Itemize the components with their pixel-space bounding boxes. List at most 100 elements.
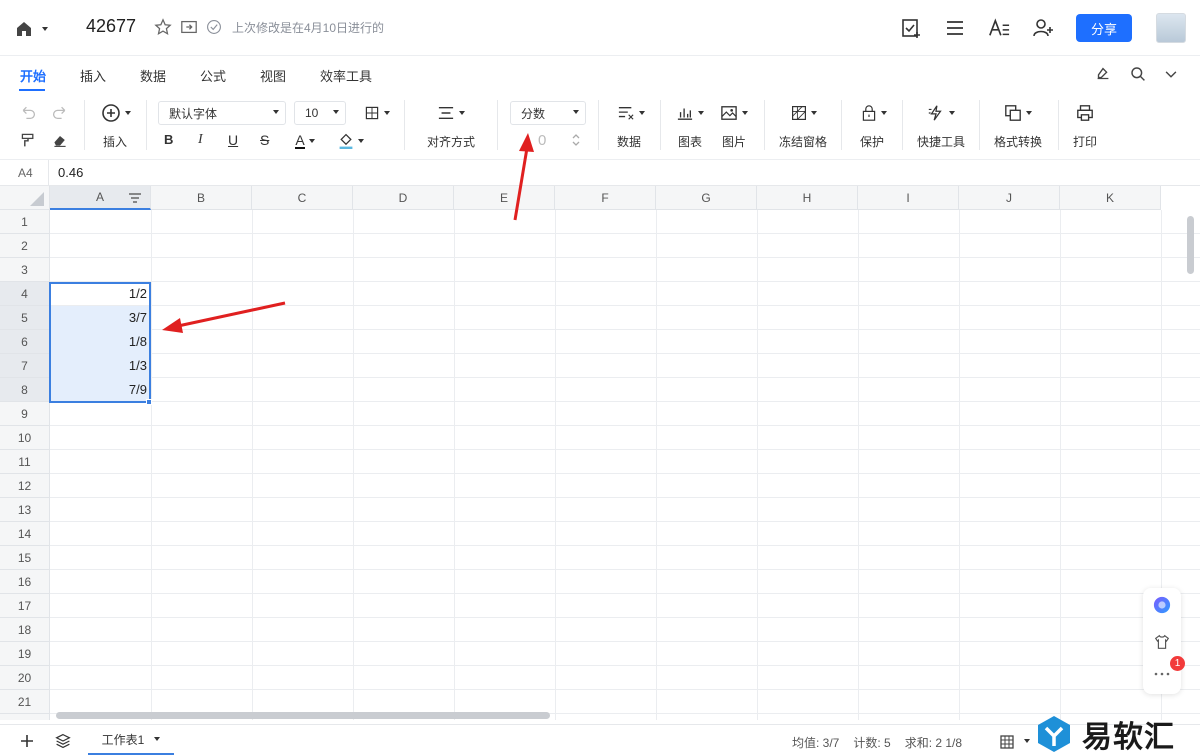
cell-a4[interactable]: 1/2 [50, 282, 151, 306]
fill-handle[interactable] [146, 399, 152, 405]
font-family-select[interactable]: 默认字体 [158, 101, 286, 125]
column-header-b[interactable]: B [151, 186, 252, 210]
align-dropdown[interactable] [432, 102, 470, 124]
tab-view[interactable]: 视图 [260, 66, 286, 85]
row-header-17[interactable]: 17 [0, 594, 50, 618]
ai-assistant-icon[interactable] [1153, 596, 1171, 614]
row-header-5[interactable]: 5 [0, 306, 50, 330]
freeze-panes-dropdown[interactable] [786, 102, 822, 124]
text-style-icon[interactable] [988, 17, 1010, 39]
vertical-scrollbar[interactable] [1187, 216, 1194, 274]
bold-button[interactable]: B [164, 132, 173, 147]
insert-dropdown[interactable] [98, 102, 134, 124]
row-header-10[interactable]: 10 [0, 426, 50, 450]
row-header-3[interactable]: 3 [0, 258, 50, 282]
column-header-h[interactable]: H [757, 186, 858, 210]
format-convert-dropdown[interactable] [1000, 102, 1036, 124]
formula-input[interactable]: 0.46 [58, 165, 83, 180]
tab-insert[interactable]: 插入 [80, 66, 106, 85]
strikethrough-button[interactable]: S [260, 132, 269, 148]
select-all-corner[interactable] [0, 186, 50, 210]
move-to-folder-icon[interactable] [180, 18, 198, 36]
collapse-toolbar-icon[interactable] [1164, 67, 1178, 81]
row-header-7[interactable]: 7 [0, 354, 50, 378]
avatar[interactable] [1156, 13, 1186, 43]
row-header-11[interactable]: 11 [0, 450, 50, 474]
quick-tools-dropdown[interactable] [922, 102, 960, 124]
row-header-14[interactable]: 14 [0, 522, 50, 546]
row-header-22[interactable]: 22 [0, 714, 50, 720]
row-header-9[interactable]: 9 [0, 402, 50, 426]
protect-dropdown[interactable] [856, 102, 892, 124]
row-header-1[interactable]: 1 [0, 210, 50, 234]
eraser-icon[interactable] [52, 132, 68, 148]
row-header-8[interactable]: 8 [0, 378, 50, 402]
print-button[interactable] [1074, 102, 1096, 124]
row-header-2[interactable]: 2 [0, 234, 50, 258]
chevron-down-icon[interactable] [1024, 739, 1030, 743]
add-collaborator-icon[interactable] [1032, 17, 1054, 39]
column-header-c[interactable]: C [252, 186, 353, 210]
theme-shirt-icon[interactable] [1153, 633, 1171, 651]
row-header-20[interactable]: 20 [0, 666, 50, 690]
font-size-select[interactable]: 10 [294, 101, 346, 125]
search-icon[interactable] [1130, 66, 1146, 82]
column-header-d[interactable]: D [353, 186, 454, 210]
add-task-icon[interactable] [900, 17, 922, 39]
more-icon[interactable] [1153, 670, 1171, 678]
image-dropdown[interactable] [716, 102, 752, 124]
format-brush-icon[interactable] [1094, 65, 1112, 83]
column-header-f[interactable]: F [555, 186, 656, 210]
cell-a5[interactable]: 3/7 [50, 306, 151, 330]
format-painter-icon[interactable] [20, 132, 36, 148]
cell-a7[interactable]: 1/3 [50, 354, 151, 378]
undo-icon[interactable] [20, 104, 36, 120]
menu-icon[interactable] [944, 17, 966, 39]
sheet-list-icon[interactable] [55, 733, 71, 749]
tab-efficiency-tools[interactable]: 效率工具 [320, 66, 372, 85]
row-header-4[interactable]: 4 [0, 282, 50, 306]
view-layout-icon[interactable] [1000, 735, 1014, 749]
font-color-dropdown[interactable]: A [288, 130, 322, 152]
cell-a8[interactable]: 7/9 [50, 378, 151, 402]
chevron-down-icon[interactable] [154, 737, 161, 741]
row-header-18[interactable]: 18 [0, 618, 50, 642]
data-dropdown[interactable] [614, 102, 648, 124]
border-dropdown[interactable] [360, 102, 394, 124]
row-header-16[interactable]: 16 [0, 570, 50, 594]
chart-dropdown[interactable] [672, 102, 708, 124]
decimal-stepper-icon[interactable] [571, 132, 581, 148]
row-header-21[interactable]: 21 [0, 690, 50, 714]
column-header-a[interactable]: A [50, 186, 151, 210]
share-button[interactable]: 分享 [1076, 14, 1132, 42]
row-header-19[interactable]: 19 [0, 642, 50, 666]
cell-a6[interactable]: 1/8 [50, 330, 151, 354]
column-header-i[interactable]: I [858, 186, 959, 210]
spreadsheet-grid[interactable]: ABCDEFGHIJK 1 2 3 4 5 6 7 8 9 10 11 12 13 14 15 16 17 18 1… [0, 186, 1200, 720]
row-header-13[interactable]: 13 [0, 498, 50, 522]
add-sheet-icon[interactable] [20, 734, 34, 748]
redo-icon[interactable] [52, 104, 68, 120]
row-header-15[interactable]: 15 [0, 546, 50, 570]
column-header-k[interactable]: K [1060, 186, 1161, 210]
horizontal-scrollbar[interactable] [56, 712, 550, 719]
column-header-g[interactable]: G [656, 186, 757, 210]
row-header-12[interactable]: 12 [0, 474, 50, 498]
column-header-j[interactable]: J [959, 186, 1060, 210]
italic-button[interactable]: I [198, 132, 203, 148]
fill-color-dropdown[interactable] [334, 130, 368, 152]
document-title[interactable]: 42677 [86, 16, 136, 37]
cell-reference[interactable]: A4 [18, 166, 33, 180]
tab-data[interactable]: 数据 [140, 66, 166, 85]
grid-line [50, 281, 1200, 282]
column-header-e[interactable]: E [454, 186, 555, 210]
row-header-6[interactable]: 6 [0, 330, 50, 354]
star-icon[interactable] [154, 18, 172, 36]
home-button[interactable] [14, 18, 54, 40]
underline-button[interactable]: U [228, 132, 238, 148]
filter-icon[interactable] [128, 192, 142, 204]
tab-start[interactable]: 开始 [20, 66, 46, 85]
tab-formula[interactable]: 公式 [200, 66, 226, 85]
number-format-select[interactable]: 分数 [510, 101, 586, 125]
sheet-tab[interactable]: 工作表1 [88, 725, 174, 755]
